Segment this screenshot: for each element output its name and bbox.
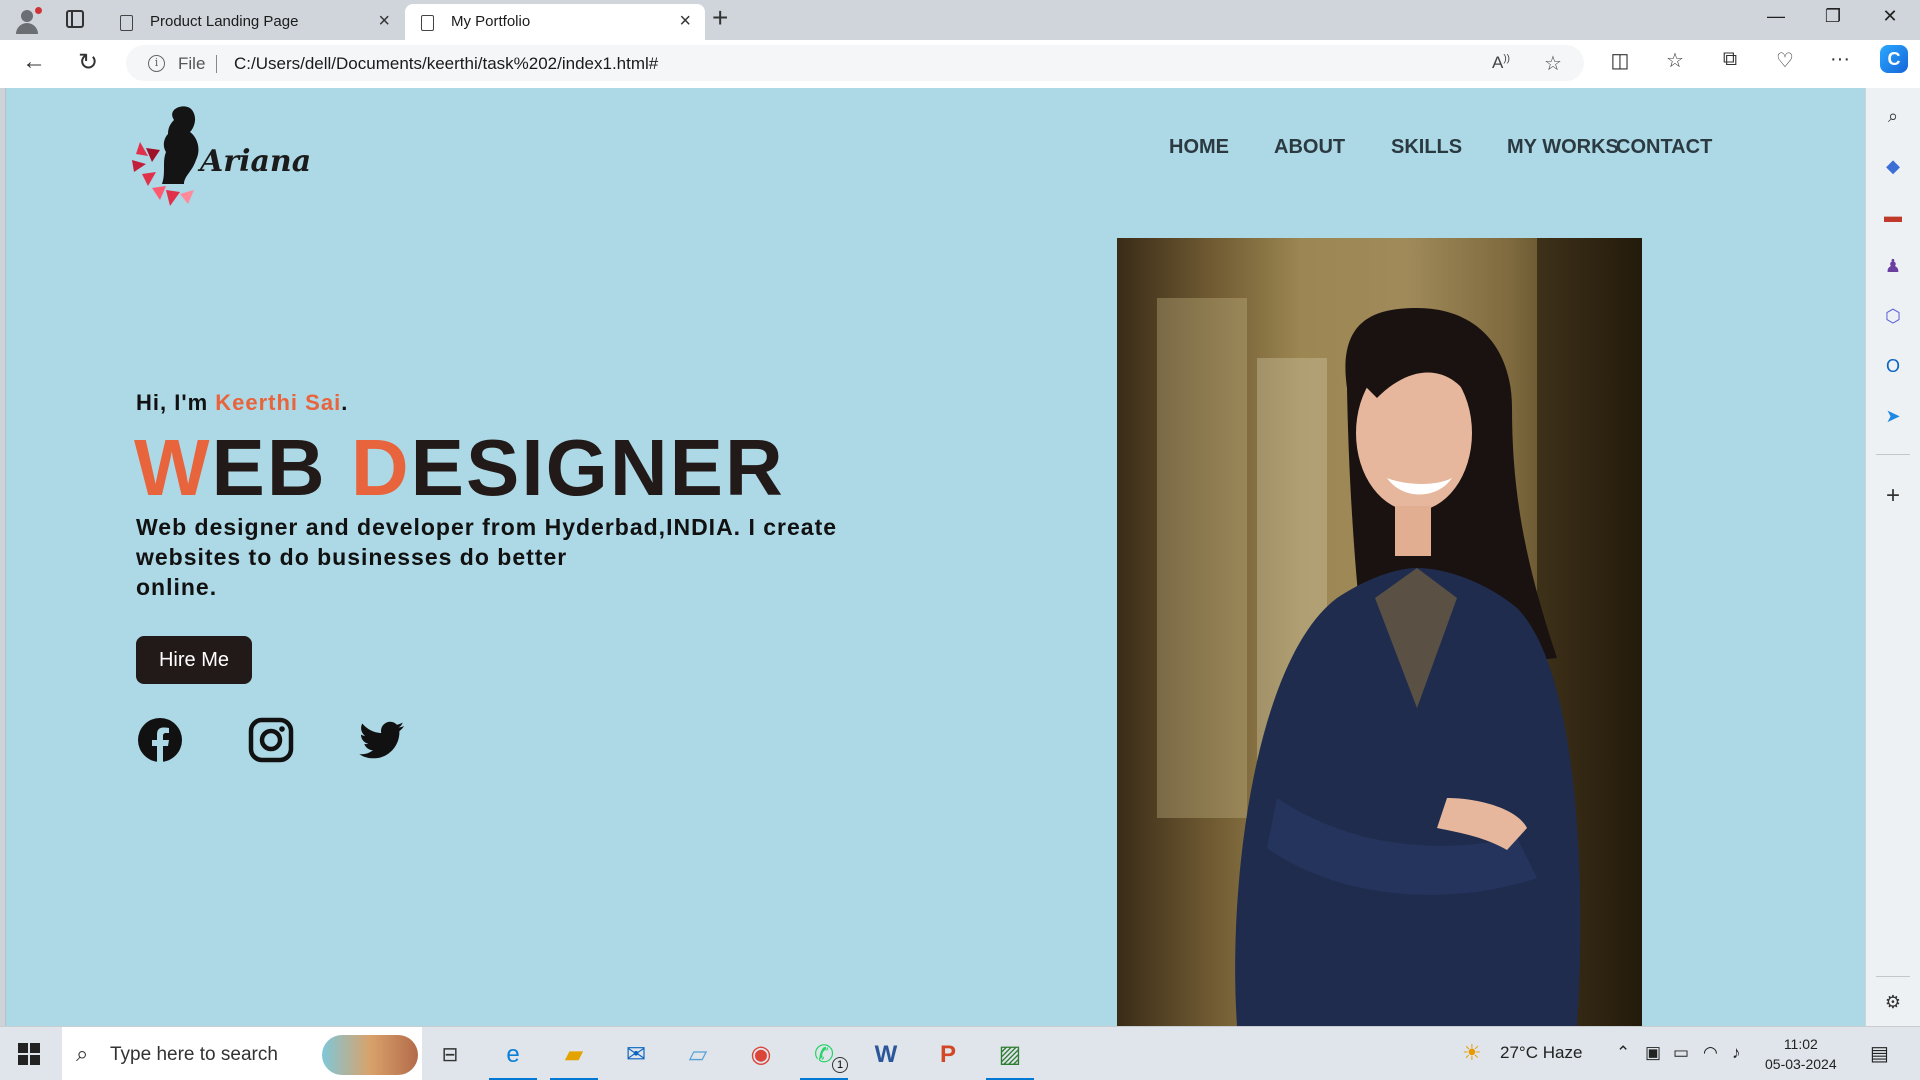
page-icon (421, 15, 434, 31)
greeting-suffix: . (341, 390, 349, 415)
headline-eb: EB (211, 423, 351, 512)
page-icon (120, 15, 133, 31)
page-viewport: Ariana HOME ABOUT SKILLS MY WORKS CONTAC… (5, 88, 1865, 1026)
taskbar-search[interactable]: ⌕ Type here to search (62, 1027, 422, 1080)
nav-my-works[interactable]: MY WORKS (1507, 136, 1619, 159)
games-icon[interactable]: ♟ (1881, 254, 1905, 278)
minimize-button[interactable]: — (1756, 6, 1796, 27)
info-icon[interactable]: i (148, 55, 165, 72)
whatsapp-badge: 1 (832, 1057, 848, 1073)
search-icon: ⌕ (76, 1041, 89, 1066)
read-aloud-icon[interactable]: A)) (1492, 53, 1510, 73)
hero-greeting: Hi, I'm Keerthi Sai. (136, 390, 348, 416)
headline-d: D (350, 423, 411, 512)
separator (216, 55, 217, 73)
profile-icon[interactable] (12, 7, 42, 35)
outlook-icon[interactable]: O (1881, 354, 1905, 378)
notification-icon[interactable]: ▤ (1870, 1041, 1889, 1066)
shopping-icon[interactable]: ◆ (1881, 154, 1905, 178)
tab-my-portfolio[interactable]: My Portfolio × (405, 4, 705, 40)
battery-icon[interactable]: ▭ (1673, 1043, 1689, 1063)
greeting-prefix: Hi, I'm (136, 390, 216, 415)
tools-icon[interactable]: ▬ (1881, 204, 1905, 228)
nav-home[interactable]: HOME (1169, 136, 1229, 159)
weather-icon[interactable]: ☀ (1462, 1040, 1482, 1066)
hire-me-button[interactable]: Hire Me (136, 636, 252, 684)
send-icon[interactable]: ➤ (1881, 404, 1905, 428)
tab-strip: Product Landing Page × My Portfolio × + … (0, 0, 1920, 40)
search-highlight-image (322, 1035, 418, 1075)
sidebar-divider (1876, 454, 1910, 455)
image-editor-icon[interactable]: ▨ (992, 1037, 1028, 1073)
edge-sidebar: ⌕ ◆ ▬ ♟ ⬡ O ➤ + ⚙ (1866, 88, 1920, 1026)
notepad-icon[interactable]: ▱ (680, 1037, 716, 1073)
bio-line: Web designer and developer from Hyderbad… (136, 514, 838, 540)
facebook-icon[interactable] (136, 716, 184, 764)
clock-date: 05-03-2024 (1765, 1056, 1837, 1072)
bio-line: websites to do businesses do better (136, 544, 568, 570)
word-icon[interactable]: W (868, 1037, 904, 1073)
nav-contact[interactable]: CONTACT (1616, 136, 1712, 159)
add-icon[interactable]: + (1881, 484, 1905, 508)
volume-icon[interactable]: ♪ (1732, 1043, 1741, 1063)
headline-esigner: ESIGNER (410, 423, 785, 512)
hero-bio: Web designer and developer from Hyderbad… (136, 512, 856, 602)
logo-text: Ariana (200, 144, 312, 179)
instagram-icon[interactable] (247, 716, 295, 764)
close-window-button[interactable]: ✕ (1870, 6, 1910, 27)
close-tab-icon[interactable]: × (378, 10, 390, 33)
task-view-icon[interactable]: ⊟ (432, 1037, 468, 1073)
weather-text[interactable]: 27°C Haze (1500, 1043, 1582, 1063)
powerpoint-icon[interactable]: P (930, 1037, 966, 1073)
favorite-star-icon[interactable]: ☆ (1544, 51, 1562, 76)
meet-now-icon[interactable]: ▣ (1645, 1043, 1661, 1063)
restore-button[interactable]: ❐ (1813, 6, 1853, 27)
bio-line: online. (136, 574, 218, 600)
profile-photo (1117, 238, 1642, 1026)
microsoft-365-icon[interactable]: ⬡ (1881, 304, 1905, 328)
chrome-icon[interactable]: ◉ (743, 1037, 779, 1073)
hero-headline: WEB DESIGNER (134, 422, 785, 514)
chevron-up-icon[interactable]: ⌃ (1616, 1043, 1630, 1063)
headline-w: W (134, 423, 212, 512)
new-tab-button[interactable]: + (712, 2, 728, 34)
site-logo[interactable]: Ariana (122, 102, 311, 212)
tab-product-landing[interactable]: Product Landing Page × (104, 4, 404, 40)
close-tab-icon[interactable]: × (679, 10, 691, 33)
favorites-icon[interactable]: ☆ (1661, 48, 1689, 73)
scheme-label: File (178, 54, 206, 73)
search-icon[interactable]: ⌕ (1881, 104, 1905, 128)
tab-title: Product Landing Page (150, 13, 299, 30)
split-screen-icon[interactable]: ◫ (1606, 48, 1634, 73)
copilot-icon[interactable]: C (1880, 45, 1908, 73)
address-bar[interactable]: i File C:/Users/dell/Documents/keerthi/t… (126, 45, 1584, 81)
back-button[interactable]: ← (22, 48, 46, 76)
greeting-name: Keerthi Sai (215, 390, 342, 415)
settings-gear-icon[interactable]: ⚙ (1881, 990, 1905, 1014)
taskbar-search-placeholder: Type here to search (110, 1044, 278, 1065)
url-text[interactable]: C:/Users/dell/Documents/keerthi/task%202… (234, 54, 658, 74)
twitter-icon[interactable] (358, 716, 406, 764)
windows-start-icon[interactable] (18, 1043, 40, 1065)
clock-time: 11:02 (1783, 1036, 1818, 1052)
nav-about[interactable]: ABOUT (1274, 136, 1345, 159)
browser-essentials-icon[interactable]: ♡ (1771, 48, 1799, 73)
nav-skills[interactable]: SKILLS (1391, 136, 1462, 159)
tab-actions-icon[interactable] (66, 10, 84, 28)
wifi-icon[interactable]: ◠ (1703, 1043, 1718, 1063)
mail-icon[interactable]: ✉ (618, 1037, 654, 1073)
browser-toolbar: ← ↻ i File C:/Users/dell/Documents/keert… (0, 40, 1920, 88)
file-explorer-icon[interactable]: ▰ (556, 1037, 592, 1073)
refresh-button[interactable]: ↻ (78, 48, 98, 77)
collections-icon[interactable]: ⧉ (1716, 48, 1744, 71)
woman-portrait-image (1157, 238, 1642, 1026)
tab-title: My Portfolio (451, 13, 531, 30)
more-options-icon[interactable]: ··· (1826, 48, 1854, 71)
edge-taskbar-icon[interactable]: e (495, 1037, 531, 1073)
sidebar-divider (1876, 976, 1910, 977)
windows-taskbar: ⌕ Type here to search ⊟ e ▰ ✉ ▱ ◉ ✆ 1 W … (0, 1026, 1920, 1080)
system-clock[interactable]: 11:02 05-03-2024 (1765, 1034, 1837, 1074)
